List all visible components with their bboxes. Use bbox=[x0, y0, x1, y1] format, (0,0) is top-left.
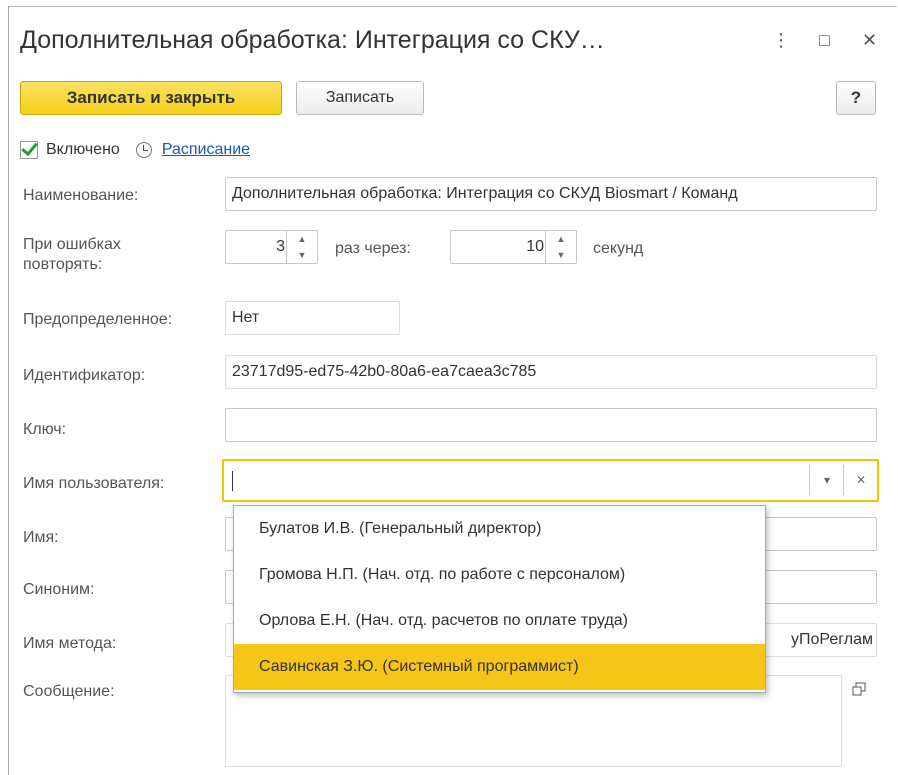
seconds-label: секунд bbox=[593, 240, 644, 257]
times-through-label: раз через: bbox=[335, 240, 411, 257]
user-label: Имя пользователя: bbox=[23, 475, 165, 492]
name-label: Наименование: bbox=[23, 187, 139, 204]
predefined-field: Нет bbox=[225, 301, 400, 335]
predefined-label: Предопределенное: bbox=[23, 311, 173, 328]
clear-icon[interactable]: ✕ bbox=[843, 465, 877, 495]
user-option[interactable]: Громова Н.П. (Нач. отд. по работе с перс… bbox=[234, 552, 765, 598]
synonym-label: Синоним: bbox=[23, 581, 95, 598]
retry-label: При ошибках повторять: bbox=[23, 236, 121, 273]
retry-count-arrows[interactable]: ▲ ▼ bbox=[286, 231, 317, 263]
identifier-field: 23717d95-ed75-42b0-80a6-ea7caea3c785 bbox=[225, 355, 877, 389]
identifier-label: Идентификатор: bbox=[23, 367, 146, 384]
message-label: Сообщение: bbox=[23, 683, 115, 700]
help-button[interactable]: ? bbox=[836, 81, 876, 115]
user-option[interactable]: Булатов И.В. (Генеральный директор) bbox=[234, 506, 765, 552]
window-title: Дополнительная обработка: Интеграция со … bbox=[20, 26, 605, 54]
enabled-label: Включено bbox=[46, 141, 120, 158]
clock-icon bbox=[135, 142, 152, 158]
retry-count-stepper[interactable]: 3 ▲ ▼ bbox=[225, 230, 318, 264]
key-field[interactable] bbox=[225, 408, 877, 442]
save-button[interactable]: Записать bbox=[296, 81, 424, 115]
retry-count-value: 3 bbox=[276, 238, 285, 255]
save-and-close-button[interactable]: Записать и закрыть bbox=[20, 81, 282, 115]
text-caret bbox=[232, 470, 233, 491]
chevron-down-icon[interactable]: ▾ bbox=[809, 465, 844, 495]
method-value: уПоРеглам bbox=[791, 631, 873, 648]
retry-interval-stepper[interactable]: 10 ▲ ▼ bbox=[450, 230, 577, 264]
enabled-row: Включено Расписание bbox=[20, 141, 250, 159]
user-dropdown-list: Булатов И.В. (Генеральный директор) Гром… bbox=[233, 505, 766, 693]
retry-interval-value: 10 bbox=[526, 238, 544, 255]
user-option-selected[interactable]: Савинская З.Ю. (Системный программист) bbox=[234, 644, 765, 690]
method-label: Имя метода: bbox=[23, 635, 117, 652]
retry-interval-arrows[interactable]: ▲ ▼ bbox=[545, 231, 576, 263]
more-menu-icon[interactable]: ⋮ bbox=[772, 30, 790, 51]
key-label: Ключ: bbox=[23, 421, 67, 438]
schedule-link[interactable]: Расписание bbox=[162, 141, 250, 159]
username-label: Имя: bbox=[23, 529, 59, 546]
name-field[interactable]: Дополнительная обработка: Интеграция со … bbox=[225, 177, 877, 211]
open-window-icon[interactable] bbox=[852, 682, 866, 696]
user-select-field[interactable]: ▾ ✕ bbox=[222, 459, 879, 502]
maximize-icon[interactable]: □ bbox=[819, 30, 830, 51]
enabled-checkbox[interactable] bbox=[20, 141, 38, 159]
close-icon[interactable]: ✕ bbox=[862, 30, 877, 51]
user-option[interactable]: Орлова Е.Н. (Нач. отд. расчетов по оплат… bbox=[234, 598, 765, 644]
